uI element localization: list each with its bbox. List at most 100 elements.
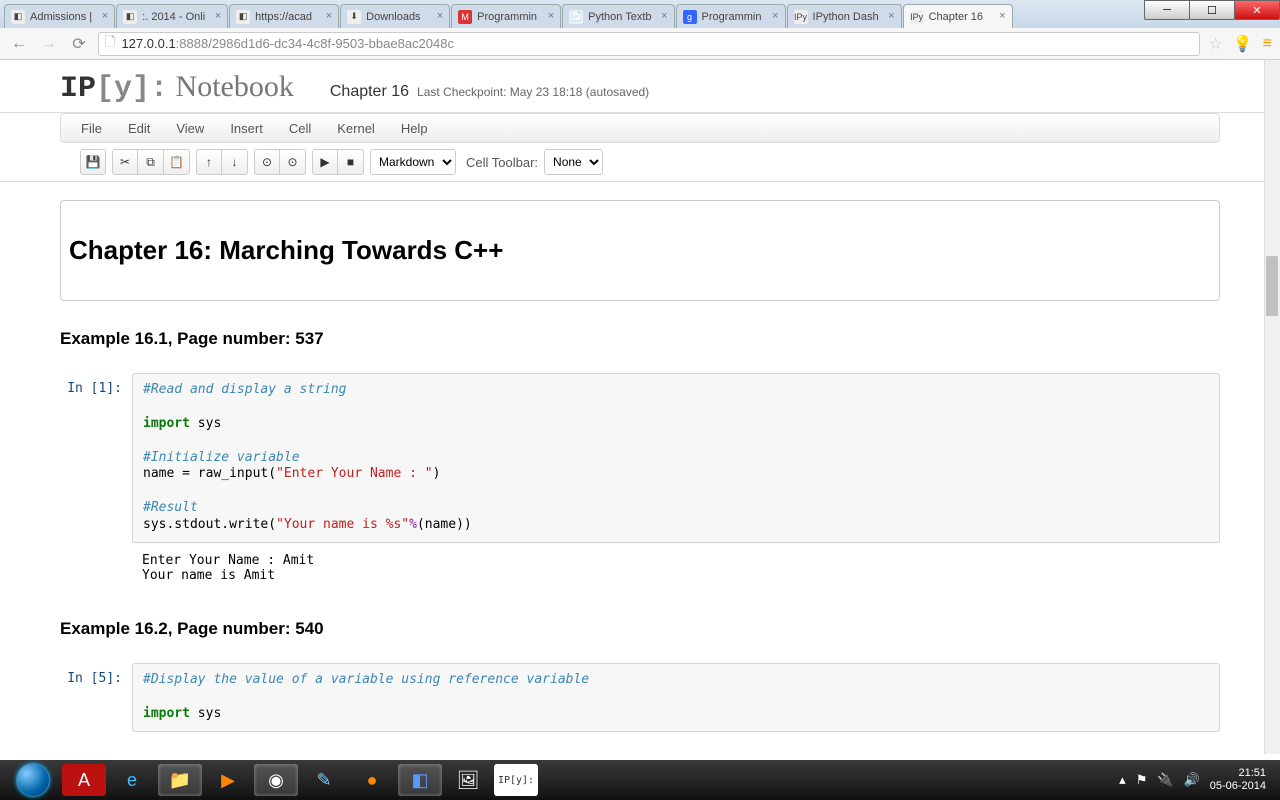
minimize-button[interactable]: ─ [1144, 0, 1190, 20]
code-input[interactable]: #Display the value of a variable using r… [132, 663, 1220, 732]
logo-ip: IP [60, 72, 96, 106]
download-icon: ⬇ [347, 10, 361, 24]
tab-label: Chapter 16 [929, 11, 983, 23]
browser-tab[interactable]: ◧Admissions |× [4, 4, 115, 28]
tray-time: 21:51 [1210, 767, 1266, 780]
taskbar-ie-icon[interactable]: e [110, 764, 154, 796]
close-icon[interactable]: × [888, 10, 894, 22]
window-controls: ─ ☐ ✕ [1145, 0, 1280, 20]
menubar: File Edit View Insert Cell Kernel Help [60, 113, 1220, 143]
insert-below-button[interactable]: ⊙ [280, 149, 306, 175]
taskbar-photos-icon[interactable]: 🖼 [446, 764, 490, 796]
tab-label: Programmin [477, 11, 537, 23]
tab-label: Programmin [702, 11, 762, 23]
code-cell-1[interactable]: In [1]: #Read and display a string impor… [60, 373, 1220, 543]
cut-button[interactable]: ✂ [112, 149, 138, 175]
taskbar-adobe-icon[interactable]: A [62, 764, 106, 796]
example-heading-2: Example 16.2, Page number: 540 [60, 619, 1220, 639]
menu-kernel[interactable]: Kernel [337, 121, 375, 136]
chrome-menu-icon[interactable]: ≡ [1263, 35, 1272, 53]
close-icon[interactable]: × [326, 10, 332, 22]
url-input[interactable]: 🗋 127.0.0.1:8888/2986d1d6-dc34-4c8f-9503… [98, 32, 1200, 56]
tray-volume-icon[interactable]: 🔊 [1184, 772, 1200, 788]
tab-label: Python Textb [588, 11, 651, 23]
close-icon[interactable]: × [548, 10, 554, 22]
browser-tabstrip: ◧Admissions |× ◧:. 2014 - Onli× ◧https:/… [0, 0, 1280, 28]
menu-view[interactable]: View [176, 121, 204, 136]
taskbar-app-icon[interactable]: ✎ [302, 764, 346, 796]
notebook-body: Chapter 16: Marching Towards C++ Example… [0, 182, 1280, 752]
notebook-title[interactable]: Chapter 16 [330, 83, 409, 101]
tray-flag-icon[interactable]: ⚑ [1136, 772, 1148, 788]
input-prompt: In [1]: [60, 373, 132, 543]
menu-edit[interactable]: Edit [128, 121, 150, 136]
tray-clock[interactable]: 21:51 05-06-2014 [1210, 767, 1266, 793]
bookmark-icon[interactable]: ☆ [1208, 34, 1222, 54]
favicon-icon: ◧ [11, 10, 25, 24]
close-icon[interactable]: × [999, 10, 1005, 22]
menu-cell[interactable]: Cell [289, 121, 311, 136]
save-button[interactable]: 💾 [80, 149, 106, 175]
close-icon[interactable]: × [437, 10, 443, 22]
tab-label: :. 2014 - Onli [142, 11, 205, 23]
close-icon[interactable]: × [772, 10, 778, 22]
browser-tab[interactable]: MProgrammin× [451, 4, 561, 28]
notebook-header: IP[y]: Notebook Chapter 16 Last Checkpoi… [0, 60, 1280, 113]
scrollbar-thumb[interactable] [1266, 256, 1278, 316]
logo-bracket: [y]: [96, 72, 168, 106]
start-button[interactable] [6, 760, 60, 800]
move-down-button[interactable]: ↓ [222, 149, 248, 175]
menu-insert[interactable]: Insert [230, 121, 263, 136]
browser-tab[interactable]: ◧https://acad× [229, 4, 339, 28]
tray-arrow-icon[interactable]: ▴ [1119, 772, 1126, 788]
taskbar-ipython-icon[interactable]: IP[y]: [494, 764, 538, 796]
url-port: :8888 [176, 36, 209, 51]
close-icon[interactable]: × [661, 10, 667, 22]
code-cell-2[interactable]: In [5]: #Display the value of a variable… [60, 663, 1220, 732]
move-up-button[interactable]: ↑ [196, 149, 222, 175]
menu-help[interactable]: Help [401, 121, 428, 136]
reload-button[interactable]: ⟳ [68, 33, 90, 55]
taskbar-chrome-icon[interactable]: ◉ [254, 764, 298, 796]
input-prompt: In [5]: [60, 663, 132, 732]
tab-label: IPython Dash [813, 11, 879, 23]
insert-above-button[interactable]: ⊙ [254, 149, 280, 175]
tray-power-icon[interactable]: 🔌 [1157, 772, 1173, 788]
browser-tab[interactable]: ◧:. 2014 - Onli× [116, 4, 228, 28]
cell-output: Enter Your Name : Amit Your name is Amit [132, 549, 1220, 601]
ipy-icon: IPy [910, 10, 924, 24]
menu-file[interactable]: File [81, 121, 102, 136]
browser-tab[interactable]: IPyIPython Dash× [787, 4, 902, 28]
copy-button[interactable]: ⧉ [138, 149, 164, 175]
page-icon: 📄 [569, 10, 583, 24]
celltoolbar-select[interactable]: None [544, 149, 603, 175]
title-cell[interactable]: Chapter 16: Marching Towards C++ [60, 200, 1220, 301]
celltoolbar-label: Cell Toolbar: [466, 155, 538, 170]
taskbar-media-icon[interactable]: ▶ [206, 764, 250, 796]
browser-tab[interactable]: 📄 Python Textb × [562, 4, 674, 28]
close-window-button[interactable]: ✕ [1234, 0, 1280, 20]
forward-button[interactable]: → [38, 33, 60, 55]
browser-tab-active[interactable]: IPy Chapter 16 × [903, 4, 1013, 28]
taskbar-app2-icon[interactable]: ◧ [398, 764, 442, 796]
bulb-icon[interactable]: 💡 [1233, 34, 1253, 54]
taskbar-firefox-icon[interactable]: ● [350, 764, 394, 796]
run-button[interactable]: ▶ [312, 149, 338, 175]
page-title: Chapter 16: Marching Towards C++ [69, 235, 1211, 266]
address-bar: ← → ⟳ 🗋 127.0.0.1:8888/2986d1d6-dc34-4c8… [0, 28, 1280, 60]
scrollbar-track[interactable] [1264, 60, 1280, 754]
back-button[interactable]: ← [8, 33, 30, 55]
paste-button[interactable]: 📋 [164, 149, 190, 175]
maximize-button[interactable]: ☐ [1189, 0, 1235, 20]
browser-tab[interactable]: ⬇Downloads× [340, 4, 450, 28]
stop-button[interactable]: ■ [338, 149, 364, 175]
tab-label: https://acad [255, 11, 312, 23]
close-icon[interactable]: × [102, 10, 108, 22]
ipython-logo[interactable]: IP[y]: Notebook [60, 70, 294, 106]
close-icon[interactable]: × [215, 10, 221, 22]
browser-tab[interactable]: gProgrammin× [676, 4, 786, 28]
code-input[interactable]: #Read and display a string import sys #I… [132, 373, 1220, 543]
taskbar-explorer-icon[interactable]: 📁 [158, 764, 202, 796]
tray-date: 05-06-2014 [1210, 780, 1266, 793]
celltype-select[interactable]: Markdown [370, 149, 456, 175]
